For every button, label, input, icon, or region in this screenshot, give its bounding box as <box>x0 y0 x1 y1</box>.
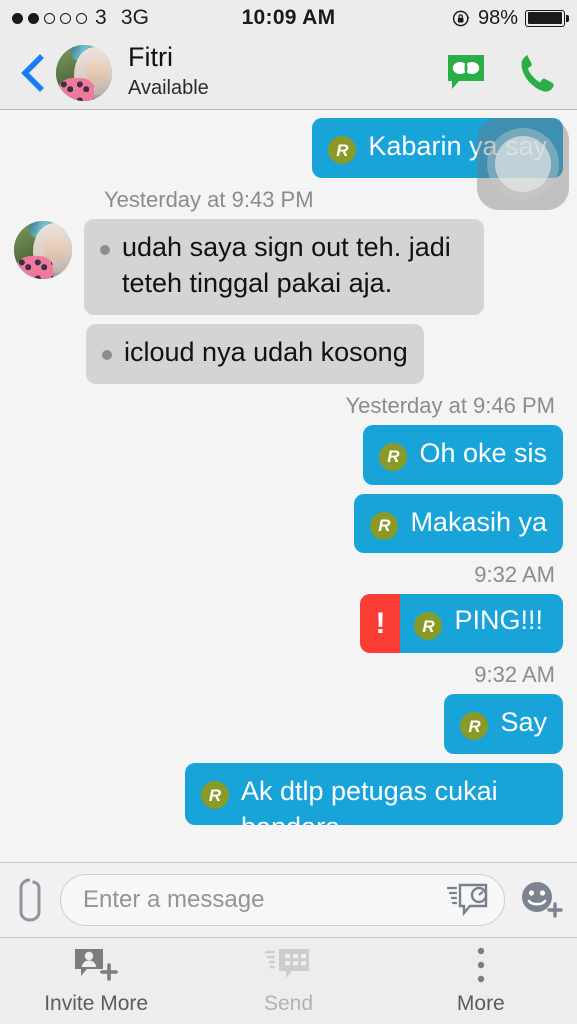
contact-avatar-header[interactable] <box>56 44 112 101</box>
message-row-out: R Say <box>0 694 577 755</box>
bbm-chat-screen: 3 3G 10:09 AM 98% Fitri Available R Kaba… <box>0 0 577 1024</box>
message-text: icloud nya udah kosong <box>124 336 408 367</box>
status-bar: 3 3G 10:09 AM 98% <box>0 0 577 36</box>
message-row-out: R Oh oke sis <box>0 424 577 485</box>
read-receipt-badge: R <box>460 712 489 741</box>
message-text: Oh oke sis <box>419 437 547 468</box>
battery-icon <box>525 9 569 27</box>
back-button[interactable] <box>10 53 54 93</box>
contact-info: Fitri Available <box>128 42 209 102</box>
ping-body: R PING!!! <box>400 594 563 654</box>
message-text: udah saya sign out teh. jadi teteh tingg… <box>122 231 459 298</box>
paperclip-icon <box>19 878 41 922</box>
bottom-toolbar: Invite More Send More <box>0 938 577 1024</box>
back-chevron-icon <box>21 53 44 92</box>
phone-call-icon <box>521 54 554 92</box>
toolbar-item-send[interactable]: Send <box>192 938 384 1024</box>
call-button[interactable] <box>517 52 557 94</box>
attach-button[interactable] <box>12 876 48 924</box>
message-bullet-icon <box>100 244 110 255</box>
message-text: Say <box>500 707 547 738</box>
message-bullet-icon <box>102 349 112 360</box>
read-receipt-badge: R <box>328 136 357 164</box>
message-timestamp: 9:32 AM <box>474 662 555 688</box>
emoji-add-icon <box>522 882 563 918</box>
bbm-video-icon <box>448 54 484 89</box>
message-bubble-incoming[interactable]: icloud nya udah kosong <box>86 323 424 384</box>
toolbar-label: Send <box>263 992 314 1015</box>
toolbar-item-more[interactable]: More <box>385 938 577 1024</box>
timed-message-icon <box>446 883 488 917</box>
avatar-photo <box>56 44 112 101</box>
emoji-button[interactable] <box>517 877 565 923</box>
contact-avatar-message[interactable] <box>14 220 72 279</box>
toolbar-item-invite-more[interactable]: Invite More <box>0 938 192 1024</box>
message-row-out: ! R PING!!! <box>0 594 577 654</box>
invite-contact-icon <box>73 946 119 986</box>
message-bubble-outgoing[interactable]: R Say <box>444 694 563 755</box>
timed-message-button[interactable] <box>446 882 494 918</box>
contact-status: Available <box>128 76 209 99</box>
bbm-video-button[interactable] <box>445 52 487 94</box>
message-bubble-outgoing[interactable]: R Ak dtlp petugas cukai bandara <box>185 763 563 826</box>
read-receipt-badge: R <box>379 442 408 471</box>
message-input-wrapper[interactable] <box>60 874 505 926</box>
header-actions <box>445 52 563 94</box>
chat-header: Fitri Available <box>0 36 577 110</box>
message-timestamp: 9:32 AM <box>474 562 555 588</box>
contact-name: Fitri <box>128 42 173 73</box>
message-input-bar <box>0 862 577 938</box>
message-text: Makasih ya <box>410 506 547 537</box>
message-input[interactable] <box>83 886 446 914</box>
toolbar-label: Invite More <box>44 992 149 1015</box>
message-bubble-incoming[interactable]: udah saya sign out teh. jadi teteh tingg… <box>84 218 484 315</box>
message-bubble-outgoing[interactable]: R Oh oke sis <box>363 424 563 485</box>
read-receipt-badge: R <box>370 511 399 540</box>
message-list[interactable]: R Kabarin ya say Yesterday at 9:43 PM ud… <box>0 110 577 862</box>
avatar-photo <box>14 220 72 279</box>
ping-alert-icon: ! <box>360 594 401 654</box>
message-timestamp: Yesterday at 9:46 PM <box>345 392 555 418</box>
message-row-in: udah saya sign out teh. jadi teteh tingg… <box>0 218 577 315</box>
message-text: PING!!! <box>454 605 543 636</box>
bbm-send-icon <box>265 946 311 986</box>
status-bar-right: 98% <box>452 6 569 30</box>
more-vertical-icon <box>473 946 489 986</box>
message-timestamp: Yesterday at 9:43 PM <box>104 186 314 212</box>
message-row-in: icloud nya udah kosong <box>0 323 577 384</box>
toolbar-label: More <box>456 992 505 1015</box>
battery-percent-label: 98% <box>477 6 518 29</box>
message-row-out: R Makasih ya <box>0 493 577 554</box>
message-bubble-outgoing[interactable]: R Kabarin ya say <box>312 118 563 178</box>
message-row-out: R Kabarin ya say <box>0 118 577 178</box>
message-row-out: R Ak dtlp petugas cukai bandara <box>0 763 577 826</box>
read-receipt-badge: R <box>201 781 229 810</box>
message-bubble-outgoing[interactable]: R Makasih ya <box>354 493 563 554</box>
message-text: Kabarin ya say <box>368 131 547 161</box>
message-text: Ak dtlp petugas cukai bandara <box>241 776 498 825</box>
message-bubble-ping[interactable]: ! R PING!!! <box>360 594 563 654</box>
read-receipt-badge: R <box>414 612 443 641</box>
rotation-lock-icon <box>452 10 470 26</box>
